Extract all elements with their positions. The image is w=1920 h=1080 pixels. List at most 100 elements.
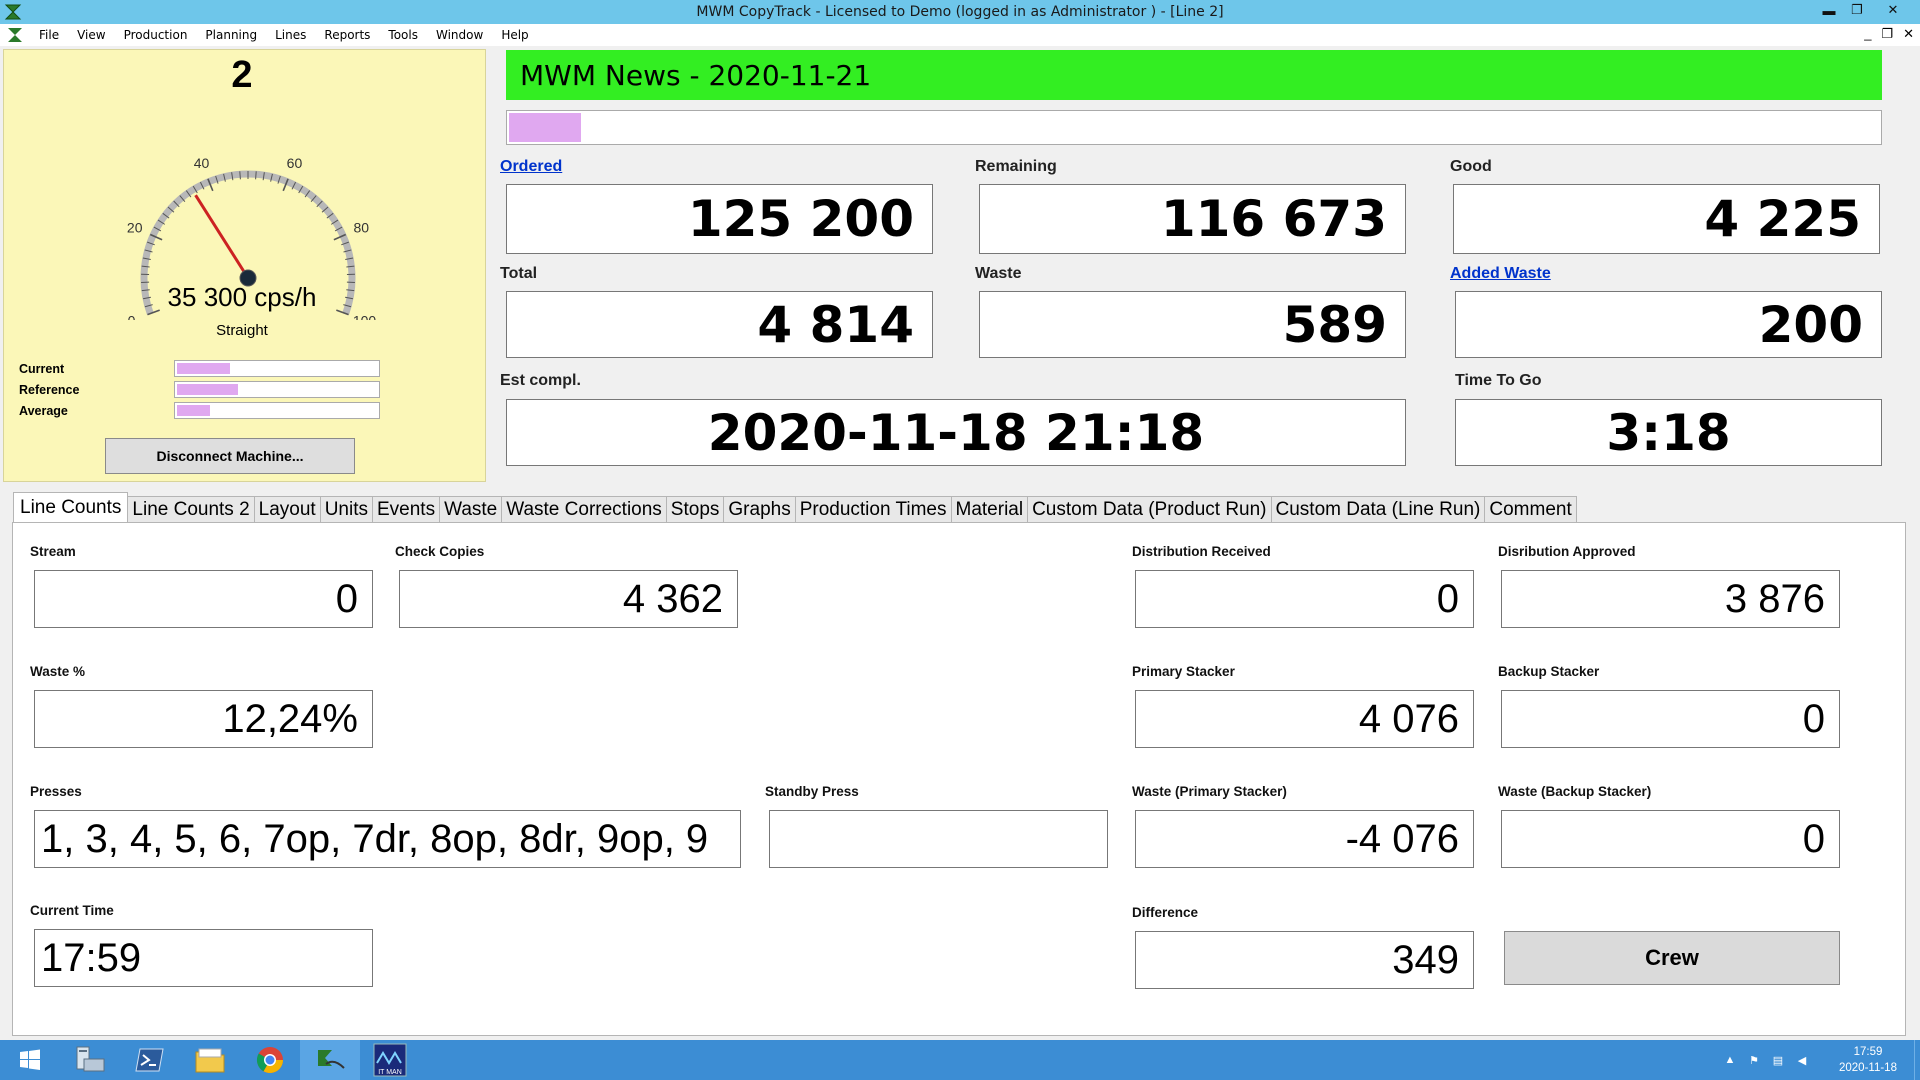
clock[interactable]: 17:59 2020-11-18 <box>1828 1044 1908 1076</box>
waste-pct-label: Waste % <box>30 664 86 679</box>
menu-tools[interactable]: Tools <box>379 28 427 42</box>
tab-events[interactable]: Events <box>372 496 441 522</box>
document-icon[interactable] <box>6 27 24 43</box>
taskbar: IT MAN ▲ ⚑ ▤ ◀ 17:59 2020-11-18 <box>0 1040 1920 1080</box>
average-bar-fill <box>177 405 210 416</box>
machine-mode: Straight <box>216 322 268 339</box>
time-to-go-label: Time To Go <box>1455 372 1542 389</box>
title-bar: MWM CopyTrack - Licensed to Demo (logged… <box>0 0 1920 24</box>
menu-planning[interactable]: Planning <box>196 28 266 42</box>
average-label: Average <box>19 403 68 418</box>
server-manager-icon <box>76 1046 105 1072</box>
distribution-approved-field[interactable]: 3 876 <box>1501 570 1840 628</box>
distribution-received-field[interactable]: 0 <box>1135 570 1474 628</box>
primary-stacker-field[interactable]: 4 076 <box>1135 690 1474 748</box>
waste-backup-stacker-field[interactable]: 0 <box>1501 810 1840 868</box>
current-label: Current <box>19 361 65 376</box>
presses-field[interactable]: 1, 3, 4, 5, 6, 7op, 7dr, 8op, 8dr, 9op, … <box>34 810 741 868</box>
start-button[interactable] <box>0 1040 60 1080</box>
tab-comment[interactable]: Comment <box>1484 496 1577 522</box>
gauge-tick-label: 20 <box>127 220 143 236</box>
disconnect-machine-button[interactable]: Disconnect Machine... <box>105 438 355 474</box>
primary-stacker-label: Primary Stacker <box>1132 664 1235 679</box>
gauge-tick-label: 100 <box>353 312 377 320</box>
tab-material[interactable]: Material <box>950 496 1029 522</box>
tab-custom-data-product-run[interactable]: Custom Data (Product Run) <box>1027 496 1272 522</box>
tab-stops[interactable]: Stops <box>665 496 725 522</box>
taskbar-it-man[interactable]: IT MAN <box>360 1040 420 1080</box>
menu-view[interactable]: View <box>68 28 114 42</box>
ordered-link[interactable]: Ordered <box>500 158 562 176</box>
product-progress-fill <box>509 113 581 142</box>
taskbar-file-explorer[interactable] <box>180 1040 240 1080</box>
mdi-close-button[interactable]: ✕ <box>1903 26 1914 42</box>
current-time-field[interactable]: 17:59 <box>34 929 373 987</box>
menu-reports[interactable]: Reports <box>315 28 379 42</box>
standby-press-field[interactable] <box>769 810 1108 868</box>
show-desktop-button[interactable] <box>1914 1040 1920 1080</box>
menu-window[interactable]: Window <box>427 28 492 42</box>
clock-time: 17:59 <box>1853 1046 1883 1058</box>
news-banner: MWM News - 2020-11-21 <box>506 50 1882 100</box>
mdi-minimize-button[interactable]: _ <box>1864 26 1871 42</box>
taskbar-powershell[interactable] <box>120 1040 180 1080</box>
taskbar-chrome[interactable] <box>240 1040 300 1080</box>
standby-press-label: Standby Press <box>765 784 859 799</box>
backup-stacker-field[interactable]: 0 <box>1501 690 1840 748</box>
tab-graphs[interactable]: Graphs <box>723 496 796 522</box>
product-progress-bar <box>506 110 1882 145</box>
gauge-needle <box>194 194 250 279</box>
close-button[interactable]: ✕ <box>1872 0 1914 20</box>
current-bar-fill <box>177 363 231 374</box>
tab-line-counts[interactable]: Line Counts <box>13 492 129 522</box>
check-copies-field[interactable]: 4 362 <box>399 570 738 628</box>
network-icon[interactable]: ▤ <box>1770 1052 1786 1068</box>
tab-line-counts-2[interactable]: Line Counts 2 <box>127 496 255 522</box>
menu-help[interactable]: Help <box>492 28 537 42</box>
volume-icon[interactable]: ◀ <box>1794 1052 1810 1068</box>
distribution-approved-label: Disribution Approved <box>1498 544 1636 559</box>
gauge-tick <box>255 171 257 180</box>
folder-icon <box>195 1048 225 1073</box>
est-compl-label: Est compl. <box>500 372 581 389</box>
current-bar <box>174 360 380 377</box>
remaining-label: Remaining <box>975 158 1057 175</box>
good-value: 4 225 <box>1453 184 1880 254</box>
tab-layout[interactable]: Layout <box>253 496 321 522</box>
menu-lines[interactable]: Lines <box>266 28 315 42</box>
average-bar-row: Average <box>19 402 380 419</box>
stream-field[interactable]: 0 <box>34 570 373 628</box>
backup-stacker-label: Backup Stacker <box>1498 664 1600 679</box>
menu-file[interactable]: File <box>30 28 68 42</box>
waste-pct-field[interactable]: 12,24% <box>34 690 373 748</box>
tray-overflow-icon[interactable]: ▲ <box>1722 1052 1738 1068</box>
waste-primary-stacker-field[interactable]: -4 076 <box>1135 810 1474 868</box>
reference-label: Reference <box>19 382 80 397</box>
gauge-tick <box>239 171 241 180</box>
difference-field[interactable]: 349 <box>1135 931 1474 989</box>
crew-button[interactable]: Crew <box>1504 931 1840 985</box>
flag-icon[interactable]: ⚑ <box>1746 1052 1762 1068</box>
tab-production-times[interactable]: Production Times <box>794 496 952 522</box>
current-bar-row: Current <box>19 360 380 377</box>
reference-bar-row: Reference <box>19 381 380 398</box>
waste-label: Waste <box>975 265 1022 282</box>
tab-waste-corrections[interactable]: Waste Corrections <box>501 496 667 522</box>
taskbar-copytrack[interactable] <box>300 1040 360 1080</box>
tab-waste[interactable]: Waste <box>439 496 503 522</box>
check-copies-label: Check Copies <box>395 544 485 559</box>
it-man-label: IT MAN <box>378 1069 402 1076</box>
clock-date: 2020-11-18 <box>1839 1062 1897 1074</box>
gauge-tick-label: 0 <box>128 312 136 320</box>
tab-custom-data-line-run[interactable]: Custom Data (Line Run) <box>1270 496 1486 522</box>
menu-production[interactable]: Production <box>115 28 197 42</box>
difference-label: Difference <box>1132 905 1199 920</box>
added-waste-link[interactable]: Added Waste <box>1450 265 1551 283</box>
reference-bar-fill <box>177 384 239 395</box>
mdi-restore-button[interactable]: ❐ <box>1881 26 1893 42</box>
minimize-button[interactable]: ▬ <box>1816 0 1842 20</box>
restore-button[interactable]: ❐ <box>1844 0 1870 20</box>
tab-units[interactable]: Units <box>319 496 373 522</box>
windows-logo-icon <box>20 1049 40 1070</box>
taskbar-server-manager[interactable] <box>60 1040 120 1080</box>
